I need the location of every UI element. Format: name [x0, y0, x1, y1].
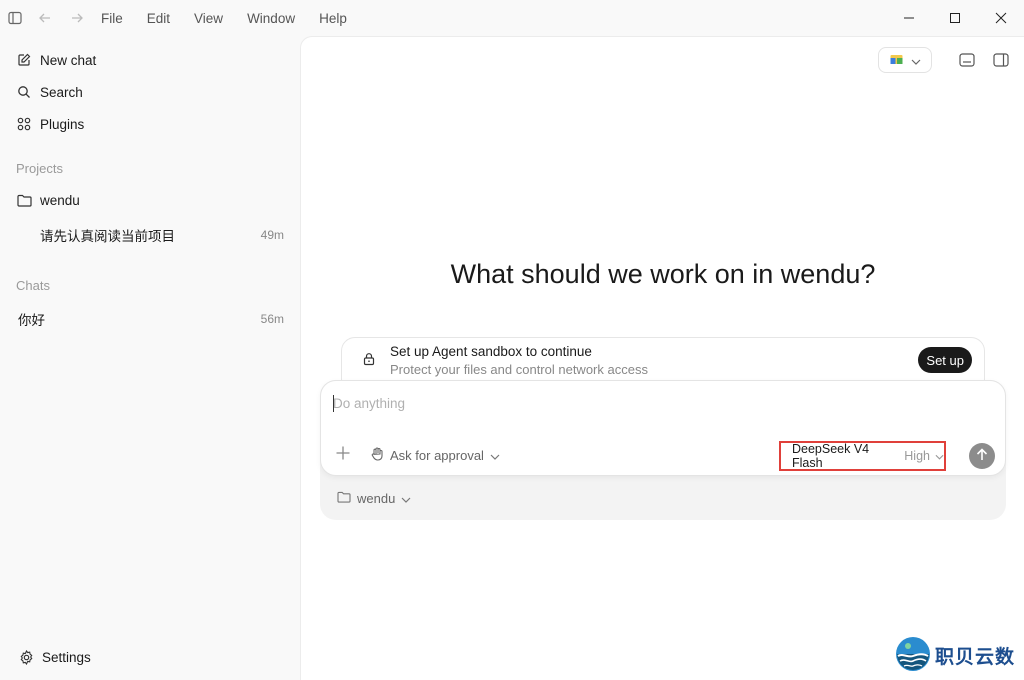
search-icon — [16, 84, 32, 100]
hand-icon — [371, 447, 384, 464]
folder-icon — [16, 192, 32, 208]
menu-help[interactable]: Help — [319, 11, 347, 26]
bottom-panel-toggle-icon[interactable] — [956, 49, 978, 71]
new-chat-button[interactable]: New chat — [16, 52, 96, 68]
project-chat-item[interactable]: 请先认真阅读当前项目 49m — [16, 225, 284, 245]
sandbox-title: Set up Agent sandbox to continue — [390, 344, 592, 359]
setup-button[interactable]: Set up — [918, 347, 972, 373]
globe-logo-icon — [895, 636, 931, 675]
watermark-logo: 职贝云数 — [895, 636, 1015, 675]
folder-small-icon — [337, 491, 351, 506]
close-button[interactable] — [978, 0, 1024, 36]
minimize-button[interactable] — [886, 0, 932, 36]
maximize-button[interactable] — [932, 0, 978, 36]
model-name: DeepSeek V4 Flash — [792, 442, 870, 470]
project-item-wendu[interactable]: wendu — [16, 192, 80, 208]
project-chat-time: 49m — [260, 228, 284, 242]
watermark-text: 职贝云数 — [935, 646, 1016, 668]
edit-icon — [16, 52, 32, 68]
project-chat-title: 请先认真阅读当前项目 — [40, 229, 175, 244]
back-arrow-icon[interactable] — [37, 10, 53, 26]
search-button[interactable]: Search — [16, 84, 83, 100]
model-selector[interactable]: DeepSeek V4 Flash High — [779, 441, 946, 471]
menu-view[interactable]: View — [194, 11, 223, 26]
chevron-down-icon — [911, 53, 921, 68]
project-selector[interactable] — [878, 47, 932, 73]
projects-section-label: Projects — [16, 161, 63, 176]
title-bar: File Edit View Window Help — [0, 0, 1024, 36]
plugins-grid-icon — [16, 116, 32, 132]
composer: Do anything Ask for approval DeepSeek V4… — [320, 380, 1006, 476]
project-folder-icon — [890, 53, 903, 68]
lock-icon — [362, 352, 376, 366]
sidebar-toggle-icon[interactable] — [7, 10, 23, 26]
new-chat-label: New chat — [40, 52, 97, 68]
prompt-input[interactable]: Do anything — [333, 396, 405, 411]
approval-chevron-icon — [490, 448, 500, 463]
menu-file[interactable]: File — [101, 11, 123, 26]
chat-time: 56m — [260, 312, 284, 326]
model-chevron-icon — [935, 449, 944, 463]
folder-chevron-icon — [401, 491, 411, 506]
plugins-button[interactable]: Plugins — [16, 116, 84, 132]
plugins-label: Plugins — [40, 116, 85, 132]
sandbox-subtitle: Protect your files and control network a… — [390, 362, 648, 377]
chat-title: 你好 — [18, 313, 45, 328]
workspace-folder-dropdown[interactable]: wendu — [337, 491, 411, 506]
menu-edit[interactable]: Edit — [147, 11, 170, 26]
reasoning-level: High — [904, 449, 930, 463]
top-toolbar — [878, 47, 1012, 73]
approval-label: Ask for approval — [390, 448, 484, 463]
sidebar: New chat Search Plugins Projects wendu 请… — [0, 36, 300, 680]
chats-section-label: Chats — [16, 278, 50, 293]
workspace-folder-label: wendu — [357, 491, 396, 506]
chat-item[interactable]: 你好 56m — [18, 309, 284, 329]
project-name: wendu — [40, 192, 80, 208]
side-panel-toggle-icon[interactable] — [990, 49, 1012, 71]
menu-window[interactable]: Window — [247, 11, 295, 26]
search-label: Search — [40, 84, 83, 100]
settings-label: Settings — [42, 649, 91, 665]
add-attachment-icon[interactable] — [335, 445, 351, 461]
main-panel: What should we work on in wendu? Set up … — [300, 36, 1024, 680]
page-title: What should we work on in wendu? — [450, 259, 876, 289]
send-button[interactable] — [969, 443, 995, 469]
settings-button[interactable]: Settings — [18, 649, 91, 665]
gear-icon — [18, 649, 34, 665]
arrow-up-icon — [976, 448, 988, 464]
forward-arrow-icon[interactable] — [69, 10, 85, 26]
approval-mode-dropdown[interactable]: Ask for approval — [371, 447, 500, 464]
